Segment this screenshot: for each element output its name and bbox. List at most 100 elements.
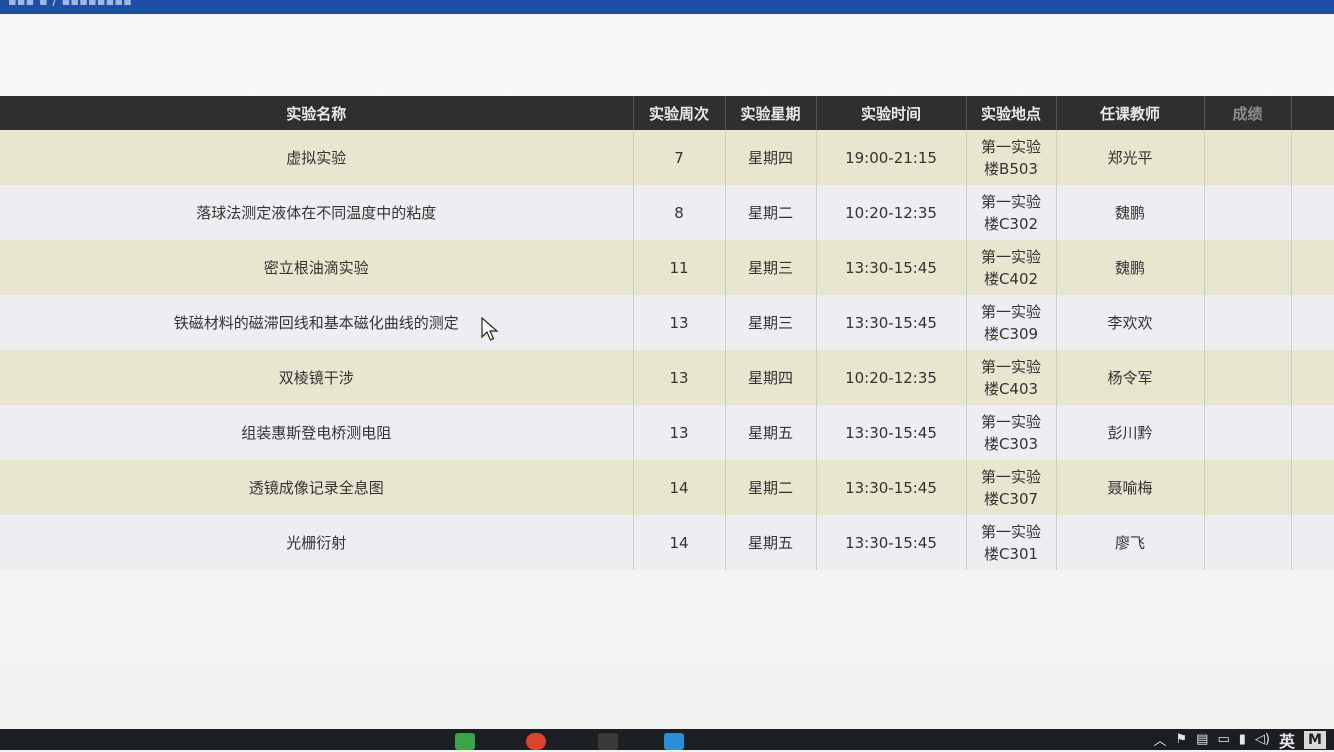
location-room: 楼C301 [983, 544, 1039, 563]
extra-cell [1291, 185, 1334, 240]
experiment-name-cell: 组装惠斯登电桥测电阻 [0, 405, 634, 460]
experiment-name-cell: 铁磁材料的磁滞回线和基本磁化曲线的测定 [0, 295, 634, 350]
experiment-name-cell: 虚拟实验 [0, 130, 634, 185]
location-room: 楼C309 [983, 324, 1039, 343]
week-cell: 8 [633, 185, 726, 240]
location-cell: 第一实验楼C402 [966, 240, 1057, 295]
column-header-week[interactable]: 实验周次 [633, 96, 726, 130]
table-row: 组装惠斯登电桥测电阻 13 星期五 13:30-15:45 第一实验 楼C303 彭川黔 [0, 405, 1334, 460]
location-cell: 第一实验楼C301 [966, 515, 1057, 570]
time-cell: 13:30-15:45 [816, 405, 967, 460]
chevron-up-icon[interactable]: ︿ [1153, 730, 1166, 749]
column-header-location[interactable]: 实验地点 [966, 96, 1057, 130]
blue-app-icon[interactable] [664, 733, 684, 750]
keyboard-icon[interactable]: ▤ [1196, 732, 1208, 747]
week-cell: 14 [633, 460, 726, 515]
location-room: 楼C302 [983, 214, 1039, 233]
red-app-icon[interactable] [526, 733, 546, 750]
weekday-cell: 星期四 [725, 130, 817, 185]
score-cell [1204, 130, 1292, 185]
column-header-weekday[interactable]: 实验星期 [725, 96, 817, 130]
week-cell: 13 [633, 350, 726, 405]
location-building: 第一实验 [980, 412, 1041, 431]
week-cell: 13 [633, 295, 726, 350]
extra-cell [1291, 130, 1334, 185]
extra-cell [1291, 405, 1334, 460]
teacher-cell: 廖飞 [1056, 515, 1205, 570]
ime-indicator[interactable]: 英 [1279, 728, 1295, 752]
location-room: 楼C403 [983, 379, 1039, 398]
extra-cell [1291, 460, 1334, 515]
location-cell: 第一实验楼C309 [966, 295, 1057, 350]
teacher-cell: 李欢欢 [1056, 295, 1205, 350]
location-building: 第一实验 [980, 357, 1041, 376]
location-room: 楼C303 [983, 434, 1039, 453]
location-cell: 第一实验 楼C302 [966, 185, 1057, 240]
weekday-cell: 星期二 [725, 185, 817, 240]
column-header-time[interactable]: 实验时间 [816, 96, 967, 130]
extra-cell [1291, 515, 1334, 570]
time-cell: 13:30-15:45 [816, 460, 967, 515]
extra-cell [1291, 295, 1334, 350]
time-cell: 19:00-21:15 [816, 130, 967, 185]
extra-cell [1291, 350, 1334, 405]
location-building: 第一实验 [980, 522, 1041, 541]
weekday-cell: 星期四 [725, 350, 817, 405]
table-header-row: 实验名称 实验周次 实验星期 实验时间 实验地点 任课教师 成绩 [0, 96, 1334, 130]
network-icon[interactable]: ⚑ [1176, 732, 1188, 747]
mouse-cursor-icon [481, 317, 499, 341]
weekday-cell: 星期二 [725, 460, 817, 515]
table-row: 落球法测定液体在不同温度中的粘度 8 星期二 10:20-12:35 第一实验 楼C302… [0, 185, 1334, 240]
green-app-icon[interactable] [455, 733, 475, 750]
m-app-icon[interactable]: M [1304, 730, 1326, 749]
experiment-name-cell: 光栅衍射 [0, 515, 634, 570]
battery-icon[interactable]: ▮ [1239, 732, 1246, 747]
volume-icon[interactable]: ◁) [1255, 732, 1270, 747]
score-cell [1204, 515, 1292, 570]
top-navigation-bar: ▪▪▪ ▪ / ▪▪▪▪▪▪▪▪ [0, 0, 1334, 14]
breadcrumb[interactable]: ▪▪▪ ▪ / ▪▪▪▪▪▪▪▪ [8, 0, 132, 9]
teacher-cell: 郑光平 [1056, 130, 1205, 185]
experiment-name-cell: 透镜成像记录全息图 [0, 460, 634, 515]
column-header-score[interactable]: 成绩 [1204, 96, 1292, 130]
experiment-schedule-table: 实验名称 实验周次 实验星期 实验时间 实验地点 任课教师 成绩 虚拟实验 7 星期… [0, 96, 1334, 570]
table-row: 铁磁材料的磁滞回线和基本磁化曲线的测定 13 星期三 13:30-15:45 第一实验楼… [0, 295, 1334, 350]
week-cell: 13 [633, 405, 726, 460]
experiment-name-cell: 密立根油滴实验 [0, 240, 634, 295]
score-cell [1204, 460, 1292, 515]
table-row: 光栅衍射 14 星期五 13:30-15:45 第一实验 楼C301 廖飞 [0, 515, 1334, 570]
location-cell: 第一实验楼C307 [966, 460, 1057, 515]
location-room: 楼C307 [983, 489, 1039, 508]
time-cell: 10:20-12:35 [816, 350, 967, 405]
experiment-name-cell: 双棱镜干涉 [0, 350, 634, 405]
weekday-cell: 星期三 [725, 240, 817, 295]
location-cell: 第一实验楼C403 [966, 350, 1057, 405]
teacher-cell: 魏鹏 [1056, 185, 1205, 240]
time-cell: 13:30-15:45 [816, 515, 967, 570]
column-header-extra [1291, 96, 1334, 130]
time-cell: 13:30-15:45 [816, 295, 967, 350]
weekday-cell: 星期五 [725, 405, 817, 460]
teacher-cell: 杨令军 [1056, 350, 1205, 405]
teacher-cell: 彭川黔 [1056, 405, 1205, 460]
column-header-name[interactable]: 实验名称 [0, 96, 634, 130]
teacher-cell: 魏鹏 [1056, 240, 1205, 295]
time-cell: 10:20-12:35 [816, 185, 967, 240]
location-cell: 第一实验楼C303 [966, 405, 1057, 460]
folder-icon[interactable]: ▭ [1217, 732, 1229, 747]
table-row: 透镜成像记录全息图 14 星期二 13:30-15:45 第一实验 楼C307 聂喻梅 [0, 460, 1334, 515]
location-room: 楼C402 [983, 269, 1039, 288]
table-row: 双棱镜干涉 13 星期四 10:20-12:35 第一实验 楼C403 杨令军 [0, 350, 1334, 405]
dark-app-icon[interactable] [598, 733, 618, 750]
column-header-teacher[interactable]: 任课教师 [1056, 96, 1205, 130]
score-cell [1204, 405, 1292, 460]
location-building: 第一实验 [980, 467, 1041, 486]
weekday-cell: 星期五 [725, 515, 817, 570]
location-cell: 第一实验 楼B503 [966, 130, 1057, 185]
location-building: 第一实验 [980, 247, 1041, 266]
weekday-cell: 星期三 [725, 295, 817, 350]
location-building: 第一实验 [980, 302, 1041, 321]
time-cell: 13:30-15:45 [816, 240, 967, 295]
location-building: 第一实验 [980, 137, 1041, 156]
score-cell [1204, 240, 1292, 295]
